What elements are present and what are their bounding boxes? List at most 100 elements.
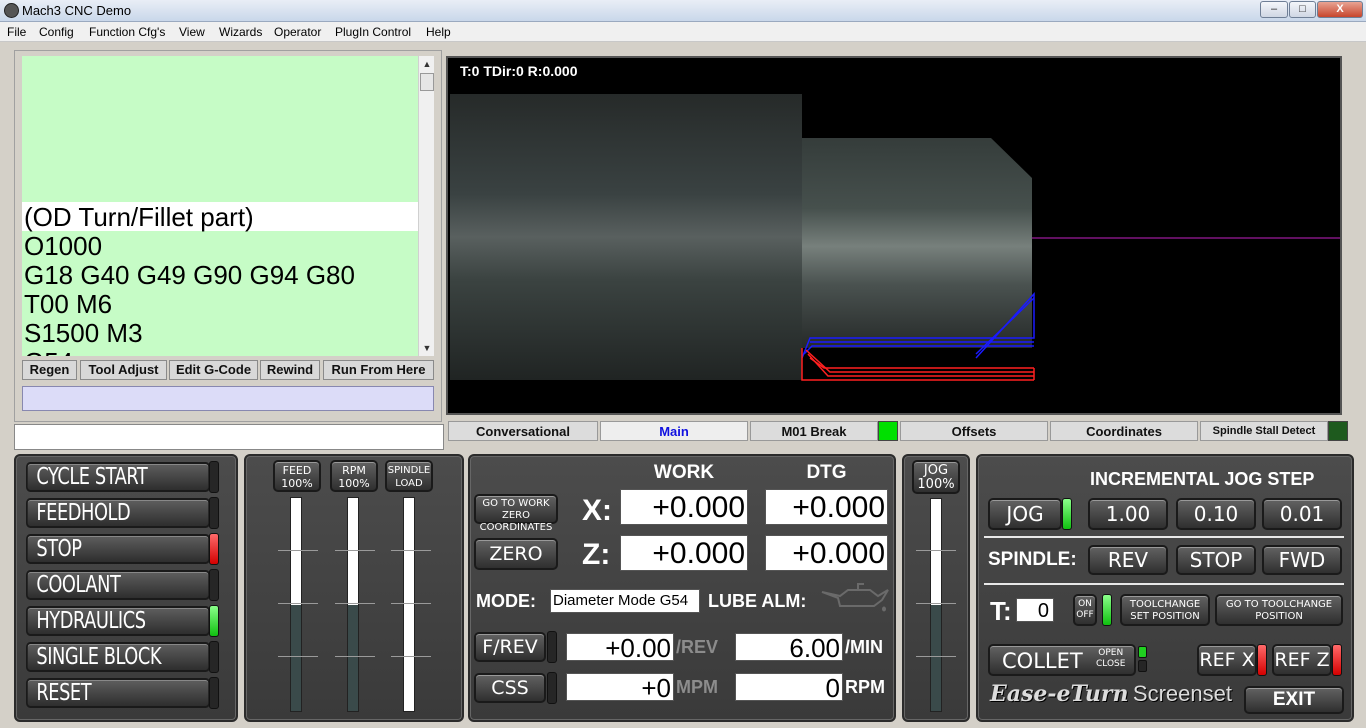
frev-button[interactable]: F/REV — [474, 632, 546, 662]
menu-wizards[interactable]: Wizards — [219, 25, 262, 39]
css-led — [547, 672, 557, 704]
rpm-override-slider[interactable] — [347, 497, 359, 712]
jog-button[interactable]: JOG — [988, 498, 1062, 530]
close-button[interactable]: X — [1317, 1, 1363, 18]
spindle-stop-button[interactable]: STOP — [1176, 545, 1256, 575]
gcode-line: G18 G40 G49 G90 G94 G80 — [24, 260, 355, 290]
menu-function-cfgs[interactable]: Function Cfg's — [89, 25, 165, 39]
exit-button[interactable]: EXIT — [1244, 686, 1344, 714]
jog-step-0.1-button[interactable]: 0.10 — [1176, 498, 1256, 530]
hydraulics-button[interactable]: HYDRAULICS — [26, 606, 211, 636]
minimize-button[interactable]: – — [1260, 1, 1288, 18]
edit-gcode-button[interactable]: Edit G-Code — [169, 360, 258, 380]
x-work-dro[interactable]: +0.000 — [620, 489, 748, 525]
tab-offsets[interactable]: Offsets — [900, 421, 1048, 441]
stop-button[interactable]: STOP — [26, 534, 211, 564]
css-dro[interactable]: +0 — [566, 673, 674, 702]
tab-main[interactable]: Main — [600, 421, 748, 441]
toolchange-set-line2: SET POSITION — [1130, 611, 1200, 622]
z-work-dro[interactable]: +0.000 — [620, 535, 748, 571]
divider — [984, 536, 1344, 538]
rpm-override-button[interactable]: RPM 100% — [330, 460, 378, 492]
goto-toolchange-line2: POSITION — [1255, 611, 1303, 622]
collet-button[interactable]: COLLET OPEN CLOSE — [988, 644, 1136, 676]
tool-on-led — [1102, 594, 1112, 626]
scroll-down-icon[interactable]: ▼ — [419, 340, 435, 356]
tab-conversational[interactable]: Conversational — [448, 421, 598, 441]
tool-adjust-button[interactable]: Tool Adjust — [80, 360, 167, 380]
jog-rate-slider[interactable] — [930, 498, 942, 712]
goto-zero-line1: GO TO WORK ZERO — [482, 498, 550, 521]
feed-override-button[interactable]: FEED 100% — [273, 460, 321, 492]
jog-led — [1062, 498, 1072, 530]
tab-spindle-stall-detect[interactable]: Spindle Stall Detect — [1200, 421, 1328, 441]
maximize-button[interactable]: □ — [1289, 1, 1316, 18]
open-label: OPEN — [1098, 648, 1124, 658]
menu-plugin-control[interactable]: PlugIn Control — [335, 25, 411, 39]
status-line[interactable] — [14, 424, 444, 450]
goto-work-zero-button[interactable]: GO TO WORK ZERO COORDINATES — [474, 494, 558, 533]
cycle-start-button[interactable]: CYCLE START — [26, 462, 211, 492]
regen-button[interactable]: Regen — [22, 360, 77, 380]
tool-on-off-button[interactable]: ON OFF — [1073, 594, 1097, 626]
jog-rate-button[interactable]: JOG 100% — [912, 460, 960, 494]
mode-value: Diameter Mode G54 — [550, 589, 700, 613]
gcode-line: O1000 — [24, 231, 103, 261]
mdi-input[interactable] — [22, 386, 434, 411]
reset-button[interactable]: RESET — [26, 678, 211, 708]
menu-view[interactable]: View — [179, 25, 205, 39]
work-header: WORK — [653, 462, 715, 483]
toolpath-display[interactable]: T:0 TDir:0 R:0.000 — [446, 56, 1342, 415]
slider-tick — [335, 550, 375, 551]
css-button[interactable]: CSS — [474, 673, 546, 703]
jog-step-1-button[interactable]: 1.00 — [1088, 498, 1168, 530]
menu-file[interactable]: File — [7, 25, 26, 39]
tab-m01-break[interactable]: M01 Break — [750, 421, 878, 441]
ref-z-led — [1332, 644, 1342, 676]
toolpath-status: T:0 TDir:0 R:0.000 — [460, 63, 578, 79]
gcode-scrollbar[interactable]: ▲ ▼ — [418, 56, 434, 356]
spindle-fwd-button[interactable]: FWD — [1262, 545, 1342, 575]
feed-override-slider[interactable] — [290, 497, 302, 712]
zero-button[interactable]: ZERO — [474, 538, 558, 570]
feed-per-min-dro[interactable]: 6.00 — [735, 633, 843, 662]
menu-operator[interactable]: Operator — [274, 25, 321, 39]
coolant-button[interactable]: COOLANT — [26, 570, 211, 600]
reset-led — [209, 677, 219, 709]
gcode-line: T00 M6 — [24, 289, 113, 319]
feedhold-button[interactable]: FEEDHOLD — [26, 498, 211, 528]
spindle-label: SPINDLE — [387, 465, 431, 476]
spindle-rev-button[interactable]: REV — [1088, 545, 1168, 575]
menu-help[interactable]: Help — [426, 25, 451, 39]
coolant-led — [209, 569, 219, 601]
jog-step-0.01-button[interactable]: 0.01 — [1262, 498, 1342, 530]
gcode-line: S1500 M3 — [24, 318, 143, 348]
ref-x-button[interactable]: REF X — [1197, 644, 1257, 676]
tab-coordinates[interactable]: Coordinates — [1050, 421, 1198, 441]
gcode-display[interactable]: (OD Turn/Fillet part) O1000 G18 G40 G49 … — [22, 56, 418, 356]
run-from-here-button[interactable]: Run From Here — [323, 360, 434, 380]
tool-number-dro[interactable]: 0 — [1016, 598, 1054, 622]
goto-toolchange-position-button[interactable]: GO TO TOOLCHANGE POSITION — [1215, 594, 1343, 626]
frev-led — [547, 631, 557, 663]
incremental-jog-title: INCREMENTAL JOG STEP — [1090, 469, 1315, 489]
rpm-dro[interactable]: 0 — [735, 673, 843, 702]
slider-tick — [278, 550, 318, 551]
title-bar: Mach3 CNC Demo – □ X — [0, 0, 1366, 22]
rewind-button[interactable]: Rewind — [260, 360, 320, 380]
slider-tick — [335, 603, 375, 604]
feed-percent: 100% — [281, 477, 313, 490]
toolpath-render — [450, 94, 1340, 381]
off-label: OFF — [1076, 610, 1094, 620]
toolchange-set-position-button[interactable]: TOOLCHANGE SET POSITION — [1120, 594, 1210, 626]
scroll-up-icon[interactable]: ▲ — [419, 56, 435, 72]
single-block-button[interactable]: SINGLE BLOCK — [26, 642, 211, 672]
rpm-label: RPM — [342, 464, 366, 477]
feed-per-rev-dro[interactable]: +0.00 — [566, 633, 674, 662]
ref-z-button[interactable]: REF Z — [1272, 644, 1332, 676]
scroll-thumb[interactable] — [420, 73, 434, 91]
single-block-led — [209, 641, 219, 673]
rpm-slider-fill — [348, 604, 358, 711]
x-axis-label: X: — [582, 494, 612, 527]
menu-config[interactable]: Config — [39, 25, 74, 39]
